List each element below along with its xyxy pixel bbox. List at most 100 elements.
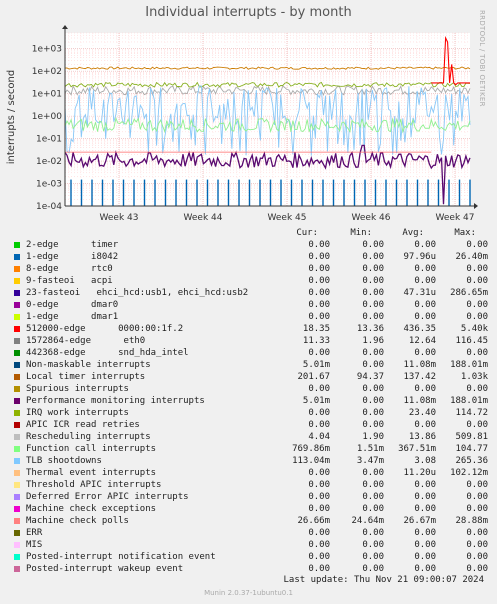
legend-row: 1-edge i8042 0.00 0.00 97.96u 26.40m <box>12 252 492 264</box>
legend-label: Local timer interrupts <box>26 372 146 382</box>
legend-value-avg: 26.67m <box>403 516 436 526</box>
legend-value-avg: 137.42 <box>403 372 436 382</box>
legend-row: Function call interrupts 769.86m 1.51m 367.… <box>12 444 492 456</box>
legend-value-cur: 0.00 <box>308 492 330 502</box>
legend-value-min: 1.96 <box>362 336 384 346</box>
legend-swatch <box>14 566 20 572</box>
legend-value-min: 0.00 <box>362 480 384 490</box>
legend-label: 512000-edge 0000:00:1f.2 <box>26 324 184 334</box>
legend-value-cur: 0.00 <box>308 264 330 274</box>
legend-value-cur: 0.00 <box>308 552 330 562</box>
legend-value-avg: 0.00 <box>414 240 436 250</box>
legend-value-max: 0.00 <box>466 540 488 550</box>
legend-swatch <box>14 266 20 272</box>
legend-header-avg: Avg: <box>402 228 424 238</box>
legend-swatch <box>14 302 20 308</box>
legend-row: Posted-interrupt notification event 0.00 0… <box>12 552 492 564</box>
legend-label: Machine check exceptions <box>26 504 157 514</box>
legend-value-max: 28.88m <box>455 516 488 526</box>
legend-swatch <box>14 242 20 248</box>
legend-value-cur: 0.00 <box>308 408 330 418</box>
legend-value-max: 0.00 <box>466 504 488 514</box>
legend-label: TLB shootdowns <box>26 456 102 466</box>
legend-value-cur: 0.00 <box>308 276 330 286</box>
legend-value-cur: 5.01m <box>302 360 330 370</box>
legend-swatch <box>14 254 20 260</box>
legend-value-max: 188.01m <box>450 396 488 406</box>
legend-value-cur: 0.00 <box>308 468 330 478</box>
legend-value-min: 0.00 <box>362 468 384 478</box>
legend-swatch <box>14 374 20 380</box>
legend-label: 8-edge rtc0 <box>26 264 113 274</box>
legend-value-max: 0.00 <box>466 564 488 574</box>
legend-value-cur: 5.01m <box>302 396 330 406</box>
legend-value-max: 188.01m <box>450 360 488 370</box>
legend-value-avg: 0.00 <box>414 264 436 274</box>
legend-swatch <box>14 422 20 428</box>
legend-value-cur: 18.35 <box>302 324 330 334</box>
legend-value-avg: 0.00 <box>414 492 436 502</box>
legend-swatch <box>14 350 20 356</box>
legend-label: 2-edge timer <box>26 240 119 250</box>
legend-value-min: 24.64m <box>351 516 384 526</box>
legend-value-min: 0.00 <box>362 408 384 418</box>
legend-row: IRQ work interrupts 0.00 0.00 23.40 114.72 <box>12 408 492 420</box>
legend-swatch <box>14 398 20 404</box>
legend-value-max: 0.00 <box>466 480 488 490</box>
legend-value-max: 1.03k <box>460 372 488 382</box>
legend-label: Machine check polls <box>26 516 129 526</box>
legend-swatch <box>14 518 20 524</box>
legend-value-avg: 0.00 <box>414 420 436 430</box>
legend-row: Thermal event interrupts 0.00 0.00 11.20u 10… <box>12 468 492 480</box>
legend-value-avg: 13.86 <box>408 432 436 442</box>
legend-row: Machine check polls 26.66m 24.64m 26.67m 28.… <box>12 516 492 528</box>
legend-row: 9-fasteoi acpi 0.00 0.00 0.00 0.00 <box>12 276 492 288</box>
legend-swatch <box>14 542 20 548</box>
legend-swatch <box>14 530 20 536</box>
legend-label: Posted-interrupt wakeup event <box>26 564 184 574</box>
legend-row: 512000-edge 0000:00:1f.2 18.35 13.36 436.35… <box>12 324 492 336</box>
legend-value-min: 1.90 <box>362 432 384 442</box>
legend-swatch <box>14 362 20 368</box>
legend-value-max: 116.45 <box>455 336 488 346</box>
legend-label: 1-edge i8042 <box>26 252 119 262</box>
legend-value-avg: 0.00 <box>414 564 436 574</box>
legend-swatch <box>14 386 20 392</box>
y-tick-label: 1e+02 <box>32 67 62 77</box>
legend-value-cur: 0.00 <box>308 348 330 358</box>
legend-swatch <box>14 446 20 452</box>
legend-row: 442368-edge snd_hda_intel 0.00 0.00 0.00 0.0… <box>12 348 492 360</box>
legend-value-min: 0.00 <box>362 348 384 358</box>
legend-row: ERR 0.00 0.00 0.00 0.00 <box>12 528 492 540</box>
y-tick-label: 1e+01 <box>32 90 62 100</box>
legend-value-min: 0.00 <box>362 492 384 502</box>
legend-swatch <box>14 494 20 500</box>
legend-row: APIC ICR read retries 0.00 0.00 0.00 0.00 <box>12 420 492 432</box>
legend-value-avg: 0.00 <box>414 480 436 490</box>
legend-value-avg: 0.00 <box>414 300 436 310</box>
legend-value-min: 3.47m <box>356 456 384 466</box>
legend-value-min: 13.36 <box>356 324 384 334</box>
legend-row: Deferred Error APIC interrupts 0.00 0.00 0.… <box>12 492 492 504</box>
legend-value-cur: 11.33 <box>302 336 330 346</box>
legend-value-avg: 11.20u <box>403 468 436 478</box>
legend-value-cur: 0.00 <box>308 300 330 310</box>
legend-label: 9-fasteoi acpi <box>26 276 113 286</box>
legend-value-cur: 4.04 <box>308 432 330 442</box>
legend-value-max: 265.36 <box>455 456 488 466</box>
legend-value-avg: 0.00 <box>414 312 436 322</box>
legend-label: 442368-edge snd_hda_intel <box>26 348 189 358</box>
legend-header-min: Min: <box>350 228 372 238</box>
legend-label: Threshold APIC interrupts <box>26 480 162 490</box>
legend-value-cur: 0.00 <box>308 564 330 574</box>
legend-value-min: 0.00 <box>362 360 384 370</box>
legend-value-max: 26.40m <box>455 252 488 262</box>
legend-value-min: 0.00 <box>362 504 384 514</box>
legend-value-cur: 113.04m <box>292 456 330 466</box>
legend-value-avg: 367.51m <box>398 444 436 454</box>
legend-row: MIS 0.00 0.00 0.00 0.00 <box>12 540 492 552</box>
legend-row: Performance monitoring interrupts 5.01m 0.… <box>12 396 492 408</box>
legend-value-avg: 0.00 <box>414 528 436 538</box>
legend-label: Spurious interrupts <box>26 384 129 394</box>
legend-value-min: 0.00 <box>362 420 384 430</box>
